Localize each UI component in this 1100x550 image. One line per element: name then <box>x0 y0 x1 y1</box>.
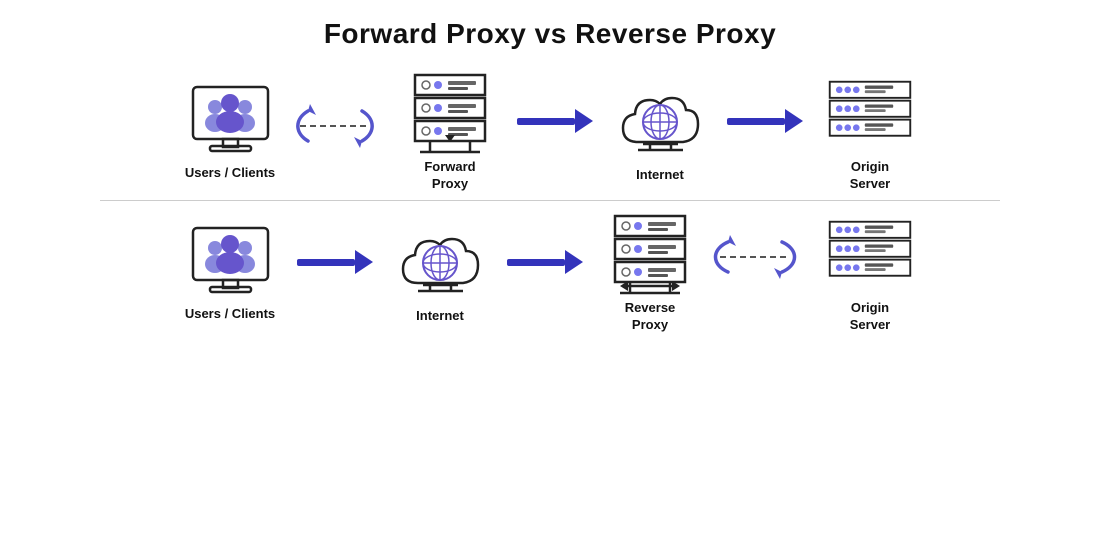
forward-proxy-row: Users / Clients <box>10 60 1090 198</box>
label-fwd-proxy: ForwardProxy <box>424 159 475 193</box>
origin-server-icon-top <box>825 70 915 155</box>
label-internet-top: Internet <box>636 167 684 184</box>
label-origin-top: OriginServer <box>850 159 890 193</box>
node-users-bottom: Users / Clients <box>170 222 290 323</box>
monitor-icon-bottom <box>185 222 275 302</box>
origin-server-icon-bottom <box>825 211 915 296</box>
label-users-bottom: Users / Clients <box>185 306 275 323</box>
label-internet-bottom: Internet <box>416 308 464 325</box>
fwd-proxy-icon <box>405 70 495 155</box>
arrow-internet-revproxy <box>500 250 590 274</box>
monitor-icon-top <box>185 81 275 161</box>
diagram-area: Users / Clients <box>10 60 1090 339</box>
node-internet-bottom: Internet <box>380 219 500 325</box>
label-rev-proxy: ReverseProxy <box>625 300 676 334</box>
label-origin-bottom: OriginServer <box>850 300 890 334</box>
node-rev-proxy: ReverseProxy <box>590 211 710 334</box>
reverse-proxy-row: Users / Clients <box>10 203 1090 339</box>
page-title: Forward Proxy vs Reverse Proxy <box>324 18 776 50</box>
arrow-users-fwdproxy <box>290 91 390 171</box>
arrow-fwdproxy-internet <box>510 109 600 133</box>
node-internet-top: Internet <box>600 78 720 184</box>
arrow-users-internet-bottom <box>290 250 380 274</box>
node-origin-top: OriginServer <box>810 70 930 193</box>
internet-icon-bottom <box>395 219 485 304</box>
rev-proxy-icon <box>605 211 695 296</box>
divider <box>100 200 1000 201</box>
node-origin-bottom: OriginServer <box>810 211 930 334</box>
node-users-top: Users / Clients <box>170 81 290 182</box>
arrow-revproxy-origin <box>710 222 810 302</box>
arrow-internet-origin-top <box>720 109 810 133</box>
internet-icon-top <box>615 78 705 163</box>
node-fwd-proxy: ForwardProxy <box>390 70 510 193</box>
label-users-top: Users / Clients <box>185 165 275 182</box>
